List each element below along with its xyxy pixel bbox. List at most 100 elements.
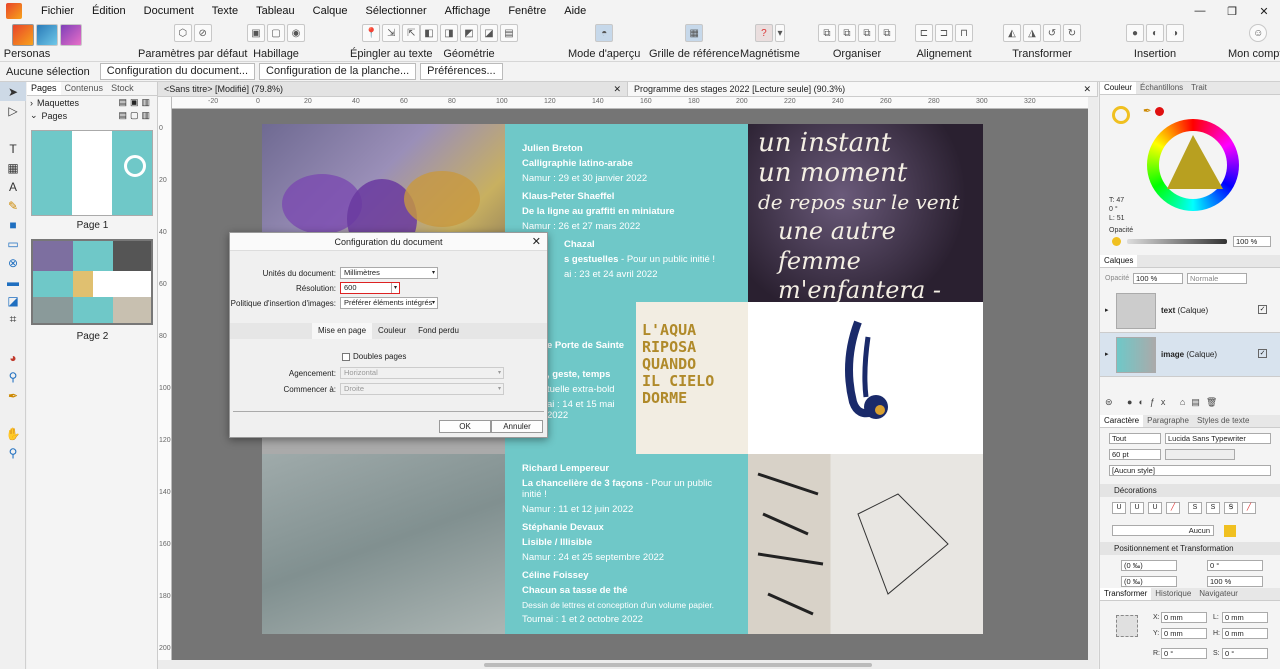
text-style-select[interactable]: [Aucun style] — [1109, 465, 1271, 476]
maquettes-section[interactable]: › Maquettes ▤▣▥ — [27, 96, 157, 109]
arrange1-icon[interactable]: ⧉ — [818, 24, 836, 42]
pen-tool-icon[interactable]: ✎ — [0, 196, 26, 215]
opacity-slider[interactable] — [1127, 239, 1227, 244]
geo1-icon[interactable]: ◧ — [420, 24, 438, 42]
text-tool-icon[interactable]: T — [0, 139, 26, 158]
menu-tableau[interactable]: Tableau — [247, 5, 304, 17]
horizontal-ruler[interactable]: -20 0 20 40 60 80 100 120 140 160 180 200 220 240 260 2… — [172, 97, 1098, 109]
scroll-thumb[interactable] — [484, 663, 872, 667]
x-input[interactable]: 0 mm — [1161, 612, 1207, 623]
zoom-tool-icon[interactable]: ⚲ — [0, 443, 26, 462]
s-input[interactable]: 0 ° — [1222, 648, 1268, 659]
align2-icon[interactable]: ⊐ — [935, 24, 953, 42]
align3-icon[interactable]: ⊓ — [955, 24, 973, 42]
units-select[interactable]: Millimètres ▾ — [340, 267, 438, 279]
crop-tool-icon[interactable]: ⌗ — [0, 310, 26, 329]
layer-expand-icon[interactable]: ▸ — [1105, 350, 1109, 358]
fill-tool-icon[interactable]: ◕ — [0, 348, 26, 367]
menu-calque[interactable]: Calque — [304, 5, 357, 17]
doc-tab-programme[interactable]: Programme des stages 2022 [Lecture seule… — [628, 82, 1098, 96]
wrap3-icon[interactable]: ◉ — [287, 24, 305, 42]
tab-historique[interactable]: Historique — [1151, 588, 1195, 600]
pin-icon[interactable]: 📍 — [362, 24, 381, 42]
stroke-swatch-icon[interactable] — [1155, 107, 1164, 116]
layer-expand-icon[interactable]: ▸ — [1105, 306, 1109, 314]
agencement-select[interactable]: Horizontal ▾ — [340, 367, 504, 379]
tab-trait[interactable]: Trait — [1187, 82, 1211, 94]
close-window-icon[interactable]: ✕ — [1248, 5, 1280, 18]
maquettes-actions-icon[interactable]: ▤▣▥ — [118, 97, 153, 108]
no-decoration-icon[interactable]: ╱ — [1166, 502, 1180, 514]
shape-tool-icon[interactable]: ◪ — [0, 291, 26, 310]
artistic-text-icon[interactable]: A — [0, 177, 26, 196]
insert2-icon[interactable]: ◐ — [1146, 24, 1164, 42]
pin2-icon[interactable]: ⇲ — [382, 24, 401, 42]
y-input[interactable]: 0 mm — [1161, 628, 1207, 639]
pages-actions-icon[interactable]: ▤▢▥ — [118, 110, 153, 121]
tab-echantillons[interactable]: Échantillons — [1136, 82, 1187, 94]
image-tool-icon[interactable]: ▬ — [0, 272, 26, 291]
color-wheel[interactable] — [1147, 119, 1239, 211]
geo5-icon[interactable]: ▤ — [500, 24, 518, 42]
tab-transformer[interactable]: Transformer — [1100, 588, 1152, 600]
resolution-input[interactable]: 600 ▾ — [340, 282, 400, 294]
transparency-tool-icon[interactable]: ⚲ — [0, 367, 26, 386]
rotation-input[interactable]: 0 ° — [1207, 560, 1263, 571]
fill-swatch-icon[interactable] — [1112, 106, 1130, 124]
tab-couleur[interactable]: Couleur — [372, 323, 412, 339]
tab-styles-texte[interactable]: Styles de texte — [1193, 415, 1253, 427]
picker-icon[interactable]: ✒ — [1143, 106, 1151, 117]
rotate-r-icon[interactable]: ↻ — [1063, 24, 1081, 42]
tab-couleur-panel[interactable]: Couleur — [1100, 82, 1137, 94]
underline-double-icon[interactable]: U — [1130, 502, 1144, 514]
kerning-input[interactable]: (0 ‰) — [1121, 560, 1177, 571]
calligraphy-image[interactable]: un instant un moment de repos sur le ven… — [748, 124, 983, 302]
position-section[interactable]: Positionnement et Transformation — [1100, 542, 1280, 555]
double-pages-checkbox[interactable] — [342, 352, 350, 361]
snapping-dropdown-icon[interactable]: ▾ — [774, 24, 785, 42]
publisher-persona-icon[interactable] — [12, 24, 34, 46]
tab-caractere[interactable]: Caractère — [1100, 415, 1144, 427]
menu-document[interactable]: Document — [135, 5, 203, 17]
close-tab-icon[interactable]: ✕ — [613, 84, 621, 94]
commencer-select[interactable]: Droite ▾ — [340, 383, 504, 395]
arrange2-icon[interactable]: ⧉ — [838, 24, 856, 42]
menu-fenetre[interactable]: Fenêtre — [499, 5, 555, 17]
script-image[interactable] — [262, 454, 505, 634]
doc-tab-untitled[interactable]: <Sans titre> [Modifié] (79.8%) ✕ — [158, 82, 628, 96]
dropdown-arrow-icon[interactable]: ▾ — [390, 283, 397, 293]
page-1-thumbnail[interactable] — [31, 130, 153, 216]
geo3-icon[interactable]: ◩ — [460, 24, 478, 42]
arrange4-icon[interactable]: ⧉ — [878, 24, 896, 42]
h-input[interactable]: 0 mm — [1222, 628, 1268, 639]
dialog-close-icon[interactable]: ✕ — [532, 235, 541, 248]
menu-edition[interactable]: Édition — [83, 5, 135, 17]
anchor-selector[interactable] — [1116, 615, 1138, 637]
account-icon[interactable]: ☺ — [1249, 24, 1268, 42]
insert3-icon[interactable]: ◑ — [1166, 24, 1184, 42]
grid-icon[interactable]: ▦ — [685, 24, 704, 42]
photo-persona-icon[interactable] — [36, 24, 58, 46]
wrap-icon[interactable]: ▣ — [247, 24, 265, 42]
underline-3-icon[interactable]: U — [1148, 502, 1162, 514]
table-tool-icon[interactable]: ▦ — [0, 158, 26, 177]
decorations-section[interactable]: Décorations — [1100, 484, 1280, 497]
page-2-thumbnail[interactable] — [31, 239, 153, 325]
rotate-l-icon[interactable]: ↺ — [1043, 24, 1061, 42]
wrap2-icon[interactable]: ▢ — [267, 24, 285, 42]
gold-lettering-image[interactable]: L'AQUA RIPOSA QUANDO IL CIELO DORME — [636, 302, 748, 454]
layer-visibility-checkbox[interactable]: ✓ — [1258, 305, 1267, 314]
menu-aide[interactable]: Aide — [555, 5, 595, 17]
pin3-icon[interactable]: ⇱ — [402, 24, 421, 42]
scale-input[interactable]: 100 % — [1207, 576, 1263, 587]
r-input[interactable]: 0 ° — [1161, 648, 1207, 659]
pages-section[interactable]: ⌄ Pages ▤▢▥ — [27, 109, 157, 122]
tab-calques[interactable]: Calques — [1100, 255, 1138, 267]
decoration-color-swatch[interactable] — [1224, 525, 1236, 537]
no-defaults-icon[interactable]: ⊘ — [193, 24, 212, 42]
sketch-image[interactable] — [748, 454, 983, 634]
layer-row-text[interactable]: ▸ text (Calque) ✓ — [1100, 289, 1280, 333]
align1-icon[interactable]: ⊏ — [915, 24, 933, 42]
move-tool-icon[interactable]: ➤ — [0, 82, 26, 101]
color-triangle[interactable] — [1147, 119, 1239, 211]
